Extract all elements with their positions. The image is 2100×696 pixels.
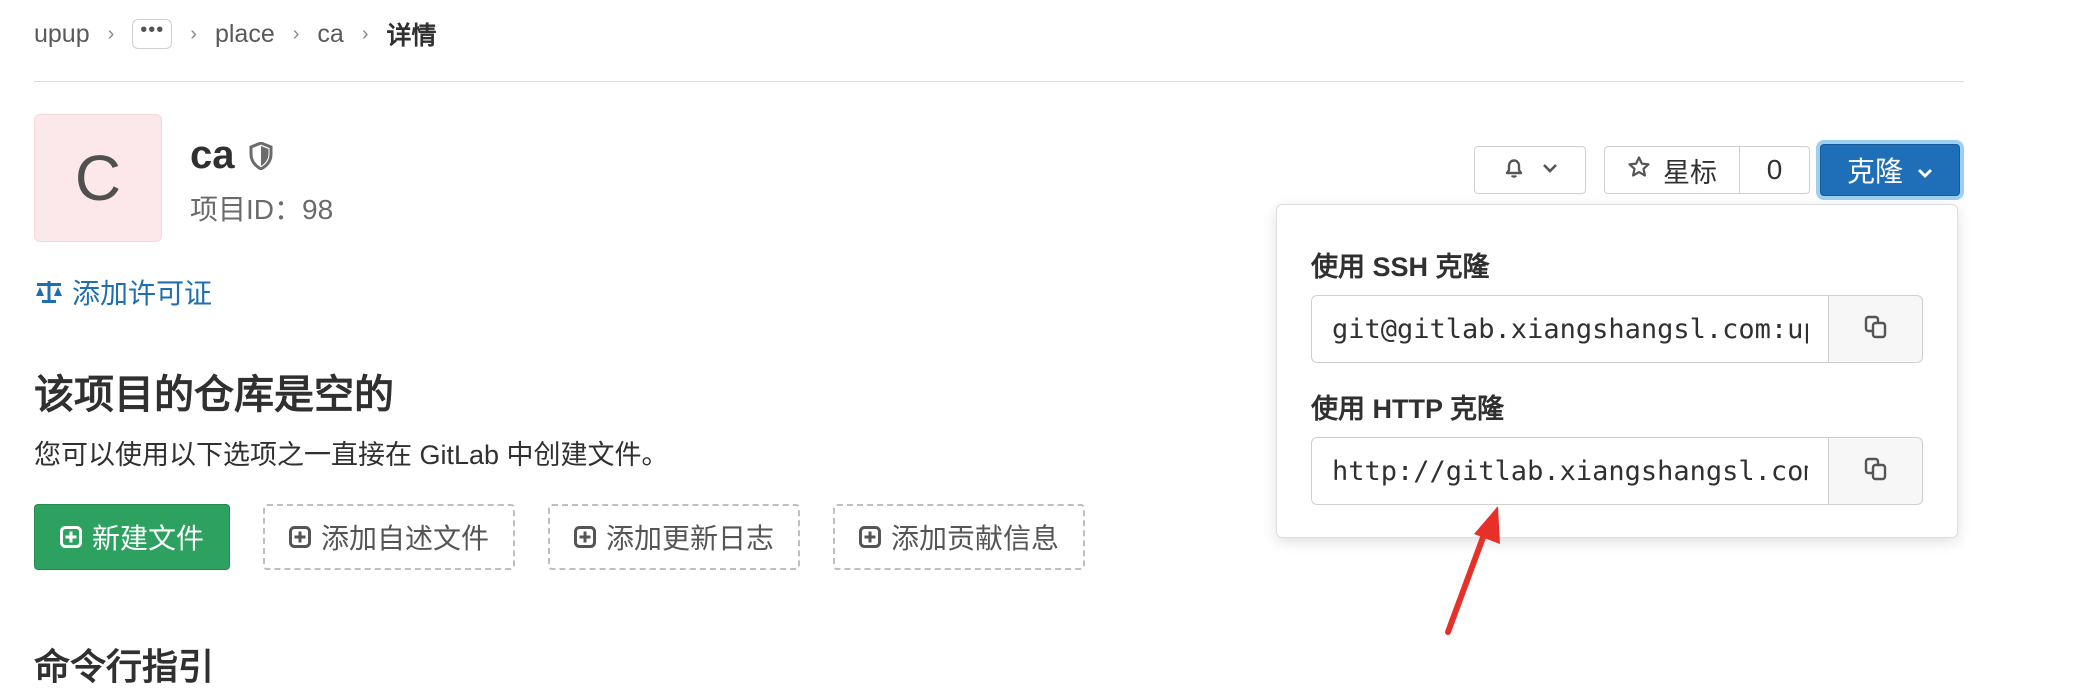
- bell-icon: [1502, 156, 1526, 185]
- ssh-url-input[interactable]: [1311, 295, 1830, 363]
- breadcrumb-separator: ›: [361, 22, 369, 45]
- breadcrumb-item-upup[interactable]: upup: [34, 20, 90, 49]
- header-divider: [34, 81, 1964, 82]
- http-clone-label: 使用 HTTP 克隆: [1311, 394, 1505, 424]
- project-name: ca: [190, 133, 235, 177]
- clone-dropdown-button[interactable]: 克隆: [1820, 144, 1960, 196]
- star-count[interactable]: 0: [1740, 146, 1810, 194]
- copy-icon: [1863, 456, 1889, 487]
- add-license-link[interactable]: 添加许可证: [34, 272, 212, 312]
- project-avatar[interactable]: C: [34, 114, 162, 242]
- copy-ssh-button[interactable]: [1829, 295, 1923, 363]
- add-contributing-button[interactable]: 添加贡献信息: [833, 504, 1085, 570]
- add-license-label: 添加许可证: [72, 278, 213, 309]
- project-id: 项目ID：98: [190, 194, 334, 225]
- breadcrumb: upup › ••• › place › ca › 详情: [34, 14, 437, 54]
- copy-icon: [1863, 314, 1889, 345]
- chevron-down-icon: [1917, 154, 1933, 186]
- empty-repo-title: 该项目的仓库是空的: [34, 373, 394, 417]
- copy-http-button[interactable]: [1829, 437, 1923, 505]
- clone-label: 克隆: [1846, 156, 1903, 187]
- notification-dropdown-button[interactable]: [1474, 146, 1586, 194]
- plus-square-icon: [288, 526, 311, 548]
- plus-square-icon: [59, 526, 82, 548]
- add-readme-button[interactable]: 添加自述文件: [263, 504, 515, 570]
- add-changelog-button[interactable]: 添加更新日志: [548, 504, 800, 570]
- add-changelog-label: 添加更新日志: [605, 523, 774, 554]
- star-button[interactable]: 星标: [1604, 146, 1740, 194]
- plus-square-icon: [858, 526, 881, 548]
- breadcrumb-current: 详情: [386, 22, 437, 50]
- empty-repo-description: 您可以使用以下选项之一直接在 GitLab 中创建文件。: [34, 440, 669, 470]
- avatar-letter: C: [74, 142, 122, 214]
- ssh-clone-group: [1311, 295, 1923, 363]
- breadcrumb-separator: ›: [292, 22, 300, 45]
- http-clone-group: [1311, 437, 1923, 505]
- clone-dropdown-menu: 使用 SSH 克隆 使用 HTTP 克隆: [1276, 204, 1958, 538]
- project-title: ca: [190, 133, 273, 178]
- plus-square-icon: [573, 526, 596, 548]
- shield-icon[interactable]: [249, 141, 273, 170]
- breadcrumb-separator: ›: [190, 22, 197, 45]
- add-readme-label: 添加自述文件: [320, 523, 489, 554]
- star-label: 星标: [1663, 157, 1717, 188]
- annotation-arrow-icon: [1445, 506, 1500, 635]
- command-line-title: 命令行指引: [34, 646, 215, 687]
- breadcrumb-separator: ›: [107, 22, 115, 45]
- breadcrumb-item-ca[interactable]: ca: [317, 20, 343, 49]
- ssh-clone-label: 使用 SSH 克隆: [1311, 252, 1490, 282]
- star-group: 星标 0: [1604, 146, 1810, 194]
- scale-icon: [34, 279, 64, 305]
- breadcrumb-ellipsis-button[interactable]: •••: [132, 19, 173, 49]
- star-icon: [1627, 155, 1651, 186]
- breadcrumb-item-place[interactable]: place: [215, 20, 275, 49]
- new-file-button[interactable]: 新建文件: [34, 504, 230, 570]
- add-contributing-label: 添加贡献信息: [890, 523, 1059, 554]
- new-file-label: 新建文件: [91, 523, 204, 554]
- http-url-input[interactable]: [1311, 437, 1830, 505]
- chevron-down-icon: [1542, 161, 1558, 179]
